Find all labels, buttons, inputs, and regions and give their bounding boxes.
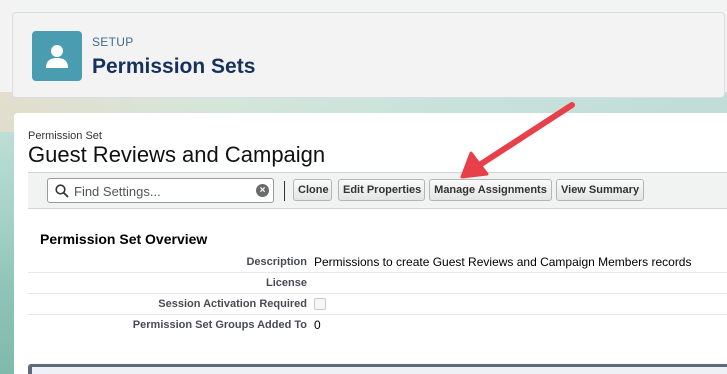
clone-button[interactable]: Clone <box>293 179 332 201</box>
detail-row-license: License <box>28 273 727 294</box>
detail-row-description: Description Permissions to create Guest … <box>28 252 727 273</box>
breadcrumb[interactable]: SETUP <box>92 35 134 49</box>
next-section-body <box>32 367 727 374</box>
session-activation-checkbox <box>314 298 326 310</box>
detail-row-groups: Permission Set Groups Added To 0 <box>28 315 727 336</box>
setup-header: SETUP Permission Sets <box>12 12 725 98</box>
clear-search-icon[interactable]: × <box>256 184 269 197</box>
detail-value: 0 <box>314 318 321 332</box>
detail-label: License <box>266 277 307 289</box>
user-icon <box>46 45 68 68</box>
permission-set-name: Guest Reviews and Campaign <box>28 142 326 167</box>
find-settings-input[interactable] <box>74 182 254 200</box>
view-summary-button[interactable]: View Summary <box>556 179 644 201</box>
detail-label: Permission Set Groups Added To <box>132 319 307 331</box>
detail-value: Permissions to create Guest Reviews and … <box>314 255 692 269</box>
overview-section-title: Permission Set Overview <box>40 231 208 247</box>
detail-label: Description <box>246 256 307 268</box>
manage-assignments-button[interactable]: Manage Assignments <box>429 179 552 201</box>
detail-row-session-activation: Session Activation Required <box>28 294 727 315</box>
content-panel: Permission Set Guest Reviews and Campaig… <box>14 113 727 374</box>
permission-set-type-label: Permission Set <box>28 130 102 142</box>
page-title: Permission Sets <box>92 55 256 78</box>
find-settings-box[interactable]: × <box>47 178 274 203</box>
toolbar-divider <box>284 181 285 201</box>
next-section-header <box>28 364 727 374</box>
edit-properties-button[interactable]: Edit Properties <box>338 179 425 201</box>
action-toolbar: × Clone Edit Properties Manage Assignmen… <box>28 172 727 209</box>
permission-sets-icon <box>32 31 82 81</box>
search-icon <box>55 184 69 198</box>
detail-label: Session Activation Required <box>158 298 307 310</box>
